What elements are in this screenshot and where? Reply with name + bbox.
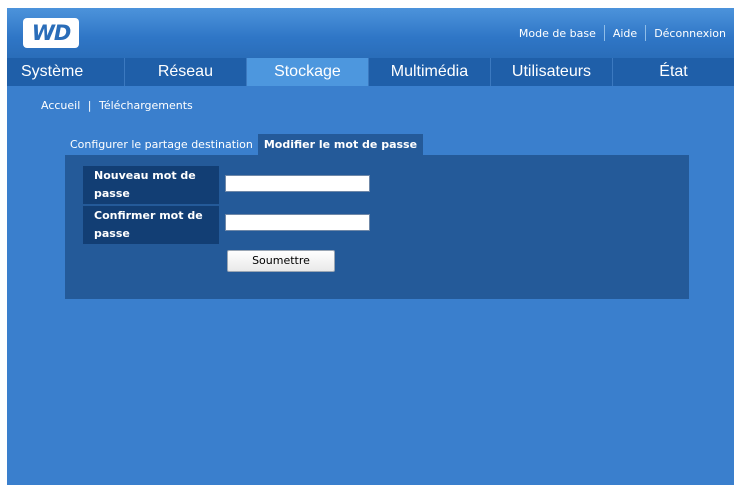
tab-configure-share[interactable]: Configurer le partage destination: [65, 134, 258, 155]
breadcrumb: Accueil | Téléchargements: [41, 99, 193, 112]
new-password-label: Nouveau mot de passe: [83, 166, 219, 204]
logout-link[interactable]: Déconnexion: [646, 27, 734, 40]
tab-system[interactable]: Système: [7, 58, 124, 86]
tab-status[interactable]: État: [612, 58, 734, 86]
sub-tabs: Configurer le partage destination Modifi…: [65, 134, 424, 155]
password-panel: Nouveau mot de passe Confirmer mot de pa…: [65, 155, 689, 299]
wd-logo: WD: [23, 18, 79, 48]
confirm-password-row: Confirmer mot de passe: [83, 206, 219, 244]
submit-button[interactable]: Soumettre: [227, 250, 335, 272]
main-nav: Système Réseau Stockage Multimédia Utili…: [7, 58, 734, 86]
confirm-password-label: Confirmer mot de passe: [83, 206, 219, 244]
basic-mode-link[interactable]: Mode de base: [511, 27, 604, 40]
header: WD Mode de base Aide Déconnexion: [7, 8, 734, 58]
breadcrumb-separator: |: [87, 99, 92, 112]
tab-change-password[interactable]: Modifier le mot de passe: [257, 134, 424, 155]
new-password-row: Nouveau mot de passe: [83, 166, 219, 204]
app-frame: WD Mode de base Aide Déconnexion Système…: [7, 8, 734, 485]
breadcrumb-home[interactable]: Accueil: [41, 99, 80, 112]
top-links: Mode de base Aide Déconnexion: [511, 25, 734, 41]
new-password-input[interactable]: [225, 175, 370, 192]
tab-network[interactable]: Réseau: [123, 58, 246, 86]
help-link[interactable]: Aide: [605, 27, 645, 40]
tab-multimedia[interactable]: Multimédia: [367, 58, 490, 86]
tab-users[interactable]: Utilisateurs: [489, 58, 612, 86]
confirm-password-input[interactable]: [225, 214, 370, 231]
breadcrumb-current[interactable]: Téléchargements: [99, 99, 193, 112]
tab-storage[interactable]: Stockage: [245, 58, 368, 86]
